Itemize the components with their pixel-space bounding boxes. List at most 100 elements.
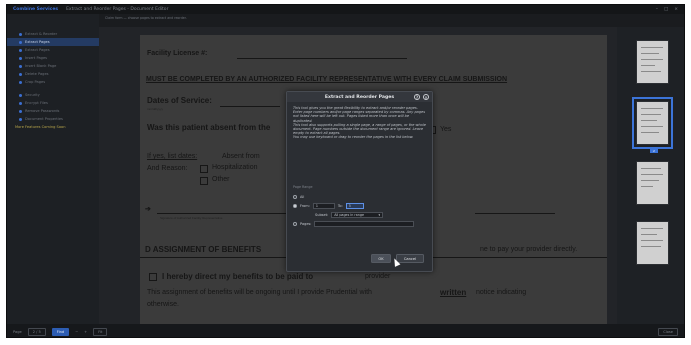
all-label: All [300,194,305,199]
info-icon [19,117,22,121]
sidebar-item-properties[interactable]: Document Properties [7,115,99,123]
dialog-title-bar: Extract and Reorder Pages ? × [287,92,432,102]
date-line [220,106,280,107]
sidebar-item-label: Encrypt Files [25,101,48,105]
signature-line [157,213,287,214]
subset-select[interactable]: All pages in range ▾ [331,211,384,218]
subset-label: Subset: [315,212,329,217]
bullet-icon [19,40,22,44]
bullet-icon [19,56,22,60]
dates-of-service-label: Dates of Service: [147,96,212,105]
app-window: Combine Services Extract and Reorder Pag… [6,4,685,338]
thumbnail-page-1[interactable] [636,40,669,84]
facility-license-line [237,58,407,59]
assignment-body-written: written [440,288,467,297]
other-checkbox[interactable] [200,177,208,185]
assign-benefits-label: I hereby direct my benefits to be paid t… [162,272,314,281]
absent-question: Was this patient absent from the [147,123,271,132]
thumbnail-page-3[interactable] [636,161,669,205]
assignment-heading: D ASSIGNMENT OF BENEFITS [145,245,262,254]
close-window-icon[interactable]: × [674,7,678,12]
thumbnail-page-4[interactable] [636,221,669,265]
assignment-body-c: notice indicating [476,289,527,296]
from-radio[interactable] [293,203,297,208]
sidebar-item-label: Delete Pages [25,72,49,76]
hospitalization-label: Hospitalization [212,164,258,171]
assign-benefits-tail: provider [365,273,391,280]
sidebar-item-extract-pages-active[interactable]: Extract Pages [7,38,99,46]
ok-button[interactable]: OK [371,254,391,263]
reason-label: And Reason: [147,165,188,172]
page-label: Page [13,329,22,334]
help-icon[interactable]: ? [414,94,420,100]
sidebar-item-label: Extract Pages [25,48,50,52]
page-number-field[interactable]: 2 / 5 [27,327,46,336]
if-yes-label: If yes, list dates: [147,153,198,160]
pages-input[interactable] [314,220,415,227]
sidebar-item-label: Document Properties [25,117,63,121]
lock-icon [19,101,22,105]
sidebar-item-extract-pages[interactable]: Extract Pages [7,46,99,54]
window-controls: – □ × [656,7,678,12]
shield-icon [19,93,22,97]
cancel-button[interactable]: Cancel [396,254,424,263]
selected-page-number: 2 [650,149,658,153]
bullet-icon [19,80,22,84]
option-all[interactable]: All [293,192,428,201]
sidebar: Extract & Reorder Extract Pages Extract … [7,14,99,324]
sidebar-item-label: Insert Blank Page [25,64,57,68]
from-input[interactable]: 1 [312,202,335,209]
zoom-fit-button[interactable]: Fit [93,327,108,336]
sidebar-item-remove-passwords[interactable]: Remove Passwords [7,107,99,115]
subset-value: All pages in range [334,212,364,217]
sidebar-item-label: Remove Passwords [25,109,60,113]
hospitalization-checkbox[interactable] [200,165,208,173]
page-range-section: Page Range All From: 1 To: 5 Subset: All… [293,185,428,228]
pages-radio[interactable] [293,221,297,226]
signature-arrow-icon: ➔ [145,206,151,213]
minimize-icon[interactable]: – [656,7,658,12]
dates-format-hint: mm/dd/yyyy [147,107,164,111]
to-input[interactable]: 5 [345,202,364,209]
other-label: Other [212,176,230,183]
absent-yes-label: Yes [440,126,452,133]
option-from[interactable]: From: 1 To: 5 [293,201,428,210]
assignment-body-d: otherwise. [147,301,179,308]
status-bar: Page 2 / 5 Find − + Fit Close [7,324,684,337]
bullet-icon [19,32,22,36]
more-features-link[interactable]: More Features Coming Soon [7,123,99,131]
sidebar-item-security[interactable]: Security [7,91,99,99]
app-name: Combine Services [13,7,59,12]
all-radio[interactable] [293,194,297,199]
dialog-description: This tool gives you the great flexibilit… [293,106,426,140]
sidebar-item-crop-pages[interactable]: Crop Pages [7,78,99,86]
sidebar-item-label: Extract & Reorder [25,32,58,36]
option-pages[interactable]: Pages: [293,219,428,228]
zoom-in-icon[interactable]: + [84,330,87,334]
sidebar-item-insert-pages[interactable]: Insert Pages [7,54,99,62]
facility-license-label: Facility License #: [147,50,208,57]
close-icon[interactable]: × [423,94,429,100]
sidebar-item-encrypt[interactable]: Encrypt Files [7,99,99,107]
sidebar-item-label: Insert Pages [25,56,48,60]
sidebar-item-extract-reorder[interactable]: Extract & Reorder [7,30,99,38]
sidebar-item-delete-pages[interactable]: Delete Pages [7,70,99,78]
bullet-icon [19,64,22,68]
signature-caption: Signature of Authorized Facility Represe… [160,216,223,220]
unlock-icon [19,109,22,113]
info-strip: Claim form — choose pages to extract and… [105,16,187,20]
pages-label: Pages: [300,221,312,226]
maximize-icon[interactable]: □ [664,7,668,12]
sidebar-item-insert-blank[interactable]: Insert Blank Page [7,62,99,70]
find-button[interactable]: Find [51,327,70,336]
thumbnail-page-2[interactable] [632,97,673,149]
assign-benefits-checkbox[interactable] [149,273,157,281]
sidebar-item-label: Extract Pages [25,40,50,44]
dialog-title: Extract and Reorder Pages [324,94,395,100]
subset-row: Subset: All pages in range ▾ [293,210,428,219]
page-range-label: Page Range [293,185,313,189]
sidebar-item-label: Crop Pages [25,80,46,84]
close-document-button[interactable]: Close [658,327,678,336]
zoom-out-icon[interactable]: − [75,330,78,334]
assignment-body-a: This assignment of benefits will be ongo… [147,289,372,296]
